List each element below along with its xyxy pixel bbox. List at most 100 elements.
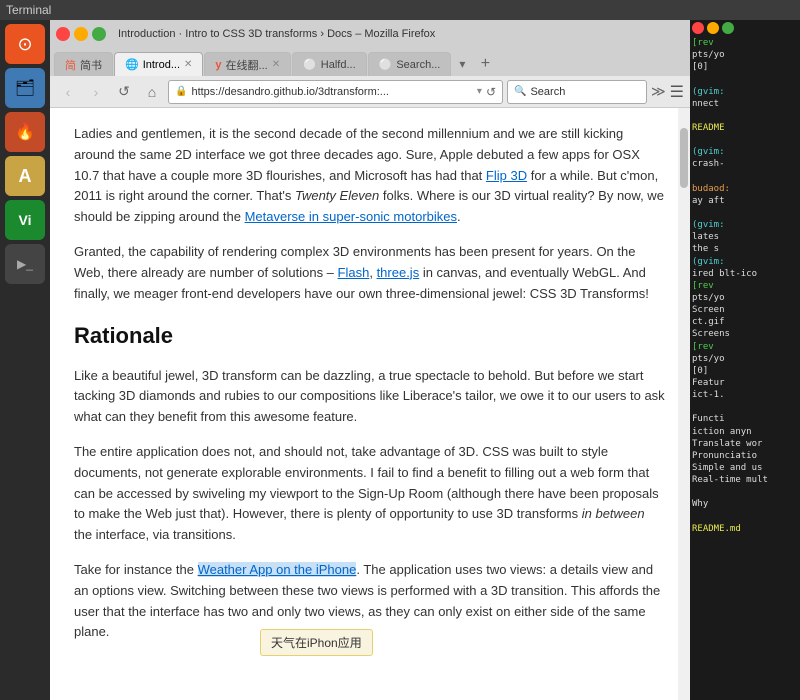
browser-content[interactable]: Ladies and gentlemen, it is the second d…: [50, 108, 690, 700]
terminal-titlebar: Terminal: [0, 0, 800, 20]
terminal-line-32: Functi: [692, 413, 798, 425]
terminal-line-9: [692, 134, 798, 146]
nav-overflow-icon[interactable]: ≫: [651, 83, 666, 100]
terminal-line-6: nnect: [692, 98, 798, 110]
terminal-line-2: pts/yo: [692, 49, 798, 61]
terminal-line-7: [692, 110, 798, 122]
para4-text1: The entire application does not, and sho…: [74, 444, 659, 521]
flash-link[interactable]: Flash: [338, 265, 370, 280]
terminal-line-13: budaod:: [692, 183, 798, 195]
terminal-line-18: the s: [692, 243, 798, 255]
terminal-line-40: [692, 510, 798, 522]
paragraph-4: The entire application does not, and sho…: [74, 442, 666, 546]
taskbar-icon-fonts[interactable]: A: [5, 156, 45, 196]
tab-halfd-icon: ⚪: [303, 58, 317, 71]
url-refresh-icon[interactable]: ↺: [486, 85, 496, 99]
tab-jianshu[interactable]: 简 简书: [54, 52, 113, 76]
url-dropdown-icon[interactable]: ▾: [477, 86, 482, 97]
metaverse-link[interactable]: Metaverse in super-sonic motorbikes: [245, 209, 457, 224]
nav-menu-icon[interactable]: ☰: [670, 82, 684, 102]
terminal-line-23: Screen: [692, 304, 798, 316]
tab-translate-close[interactable]: ✕: [272, 59, 280, 70]
minimize-button[interactable]: [74, 27, 88, 41]
tab-halfd[interactable]: ⚪ Halfd...: [292, 52, 367, 76]
tab-search-label: Search...: [396, 59, 440, 71]
terminal-line-29: Featur: [692, 377, 798, 389]
search-placeholder-text: Search: [530, 86, 565, 98]
para2-mid: ,: [369, 265, 376, 280]
terminal-line-31: [692, 401, 798, 413]
tab-add-button[interactable]: +: [473, 54, 497, 74]
tab-close-icon[interactable]: ✕: [184, 59, 192, 70]
terminal-line-26: [rev: [692, 341, 798, 353]
terminal-line-36: Simple and us: [692, 462, 798, 474]
forward-button[interactable]: ›: [84, 80, 108, 104]
terminal-line-34: Translate wor: [692, 438, 798, 450]
tab-translate[interactable]: y 在线翻... ✕: [204, 52, 291, 76]
taskbar-icon-vim[interactable]: Vi: [5, 200, 45, 240]
search-bar[interactable]: 🔍 Search: [507, 80, 647, 104]
tab-intro-icon: 🌐: [125, 58, 139, 71]
paragraph-2: Granted, the capability of rendering com…: [74, 242, 666, 304]
tab-search[interactable]: ⚪ Search...: [368, 52, 452, 76]
terminal-line-27: pts/yo: [692, 353, 798, 365]
terminal-line-25: Screens: [692, 328, 798, 340]
browser-container: Introduction · Intro to CSS 3D transform…: [50, 20, 690, 700]
taskbar-icon-terminal[interactable]: ▶_: [5, 244, 45, 284]
terminal-line-30: ict-1.: [692, 389, 798, 401]
paragraph-3: Like a beautiful jewel, 3D transform can…: [74, 366, 666, 428]
terminal-line-12: [692, 171, 798, 183]
tab-jianshu-label: 简书: [80, 57, 102, 73]
terminal-line-35: Pronunciatio: [692, 450, 798, 462]
flip3d-link[interactable]: Flip 3D: [486, 168, 527, 183]
taskbar-icon-ubuntu[interactable]: ⊙: [5, 24, 45, 64]
tab-intro-label: Introd...: [143, 59, 180, 71]
reload-button[interactable]: ↺: [112, 80, 136, 104]
taskbar-icon-firefox[interactable]: 🔥: [5, 112, 45, 152]
maximize-button[interactable]: [92, 27, 106, 41]
back-button[interactable]: ‹: [56, 80, 80, 104]
terminal-line-20: ired blt-ico: [692, 268, 798, 280]
terminal-line-19: (gvim:: [692, 256, 798, 268]
url-text: https://desandro.github.io/3dtransform:.…: [191, 86, 472, 98]
tooltip-text: 天气在iPhon应用: [271, 636, 362, 650]
tab-intro[interactable]: 🌐 Introd... ✕: [114, 52, 203, 76]
firefox-icon: 🔥: [15, 122, 35, 142]
lock-icon: 🔒: [175, 86, 187, 97]
tab-bar: 简 简书 🌐 Introd... ✕ y 在线翻... ✕ ⚪ Halfd...…: [50, 48, 690, 76]
browser-titlebar: Introduction · Intro to CSS 3D transform…: [50, 20, 690, 48]
paragraph-1: Ladies and gentlemen, it is the second d…: [74, 124, 666, 228]
taskbar-icon-files[interactable]: 🗂: [5, 68, 45, 108]
twenty-eleven-text: Twenty Eleven: [295, 188, 379, 203]
terminal-line-3: [0]: [692, 61, 798, 73]
fonts-icon: A: [19, 166, 32, 187]
rationale-heading: Rationale: [74, 318, 666, 353]
terminal-line-4: [692, 73, 798, 85]
terminal-line-24: ct.gif: [692, 316, 798, 328]
home-button[interactable]: ⌂: [140, 80, 164, 104]
terminal-panel: [rev pts/yo [0] (gvim: nnect README (gvi…: [690, 20, 800, 700]
tab-translate-icon: y: [215, 59, 221, 71]
terminal-title: Terminal: [6, 3, 51, 17]
tab-search-icon: ⚪: [379, 58, 393, 71]
browser-title: Introduction · Intro to CSS 3D transform…: [118, 28, 684, 40]
tab-overflow-button[interactable]: ▾: [452, 54, 472, 74]
terminal-line-37: Real-time mult: [692, 474, 798, 486]
terminal-line-22: pts/yo: [692, 292, 798, 304]
files-icon: 🗂: [15, 78, 35, 98]
threejs-link[interactable]: three.js: [377, 265, 420, 280]
close-button[interactable]: [56, 27, 70, 41]
tab-jianshu-icon: 简: [65, 57, 76, 73]
tab-halfd-label: Halfd...: [321, 59, 356, 71]
tooltip-popup: 天气在iPhon应用: [260, 629, 373, 656]
scrollbar[interactable]: [678, 108, 690, 700]
url-bar[interactable]: 🔒 https://desandro.github.io/3dtransform…: [168, 80, 503, 104]
terminal-line-10: (gvim:: [692, 146, 798, 158]
terminal-line-1: [rev: [692, 37, 798, 49]
weather-app-link[interactable]: Weather App on the iPhone: [198, 562, 357, 577]
scrollbar-thumb[interactable]: [680, 128, 688, 188]
vim-icon: Vi: [19, 212, 32, 228]
terminal-line-38: [692, 486, 798, 498]
para5-text1: Take for instance the: [74, 562, 198, 577]
para4-cont: the interface, via transitions.: [74, 527, 236, 542]
